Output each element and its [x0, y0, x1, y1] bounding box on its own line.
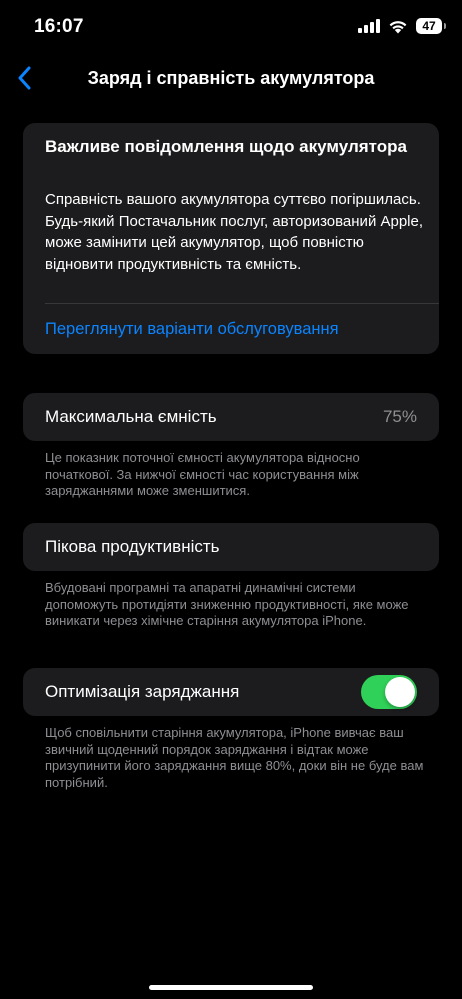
optimized-charging-toggle[interactable] — [361, 675, 417, 709]
max-capacity-row: Максимальна ємність 75% — [23, 393, 439, 441]
peak-performance-row: Пікова продуктивність — [23, 523, 439, 571]
optimized-charging-label: Оптимізація заряджання — [45, 682, 240, 701]
home-indicator[interactable] — [149, 985, 313, 990]
max-capacity-value: 75% — [382, 407, 417, 426]
max-capacity-label: Максимальна ємність — [45, 407, 217, 426]
notice-body: Справність вашого акумулятора суттєво по… — [45, 191, 424, 273]
wifi-icon — [389, 20, 407, 33]
nav-bar: Заряд і справність акумулятора — [0, 56, 462, 100]
battery-icon: 47 — [416, 18, 446, 34]
status-bar: 16:07 47 — [0, 0, 462, 56]
notice-title: Важливе повідомлення щодо акумулятора — [45, 137, 407, 156]
divider — [45, 303, 439, 304]
peak-performance-note: Вбудовані програмні та апаратні динамічн… — [45, 580, 409, 628]
toggle-knob — [385, 677, 415, 707]
status-icons: 47 — [358, 18, 446, 34]
optimized-charging-note: Щоб сповільнити старіння акумулятора, iP… — [45, 725, 424, 790]
cellular-signal-icon — [358, 19, 380, 33]
service-options-link[interactable]: Переглянути варіанти обслуговування — [45, 320, 339, 339]
max-capacity-note: Це показник поточної ємності акумулятора… — [45, 450, 360, 498]
status-time: 16:07 — [34, 16, 84, 37]
page-title: Заряд і справність акумулятора — [87, 68, 375, 88]
battery-notice-card: Важливе повідомлення щодо акумулятора Сп… — [23, 123, 439, 354]
optimized-charging-row: Оптимізація заряджання — [23, 668, 439, 716]
peak-performance-label: Пікова продуктивність — [45, 537, 220, 556]
battery-level: 47 — [422, 19, 436, 33]
